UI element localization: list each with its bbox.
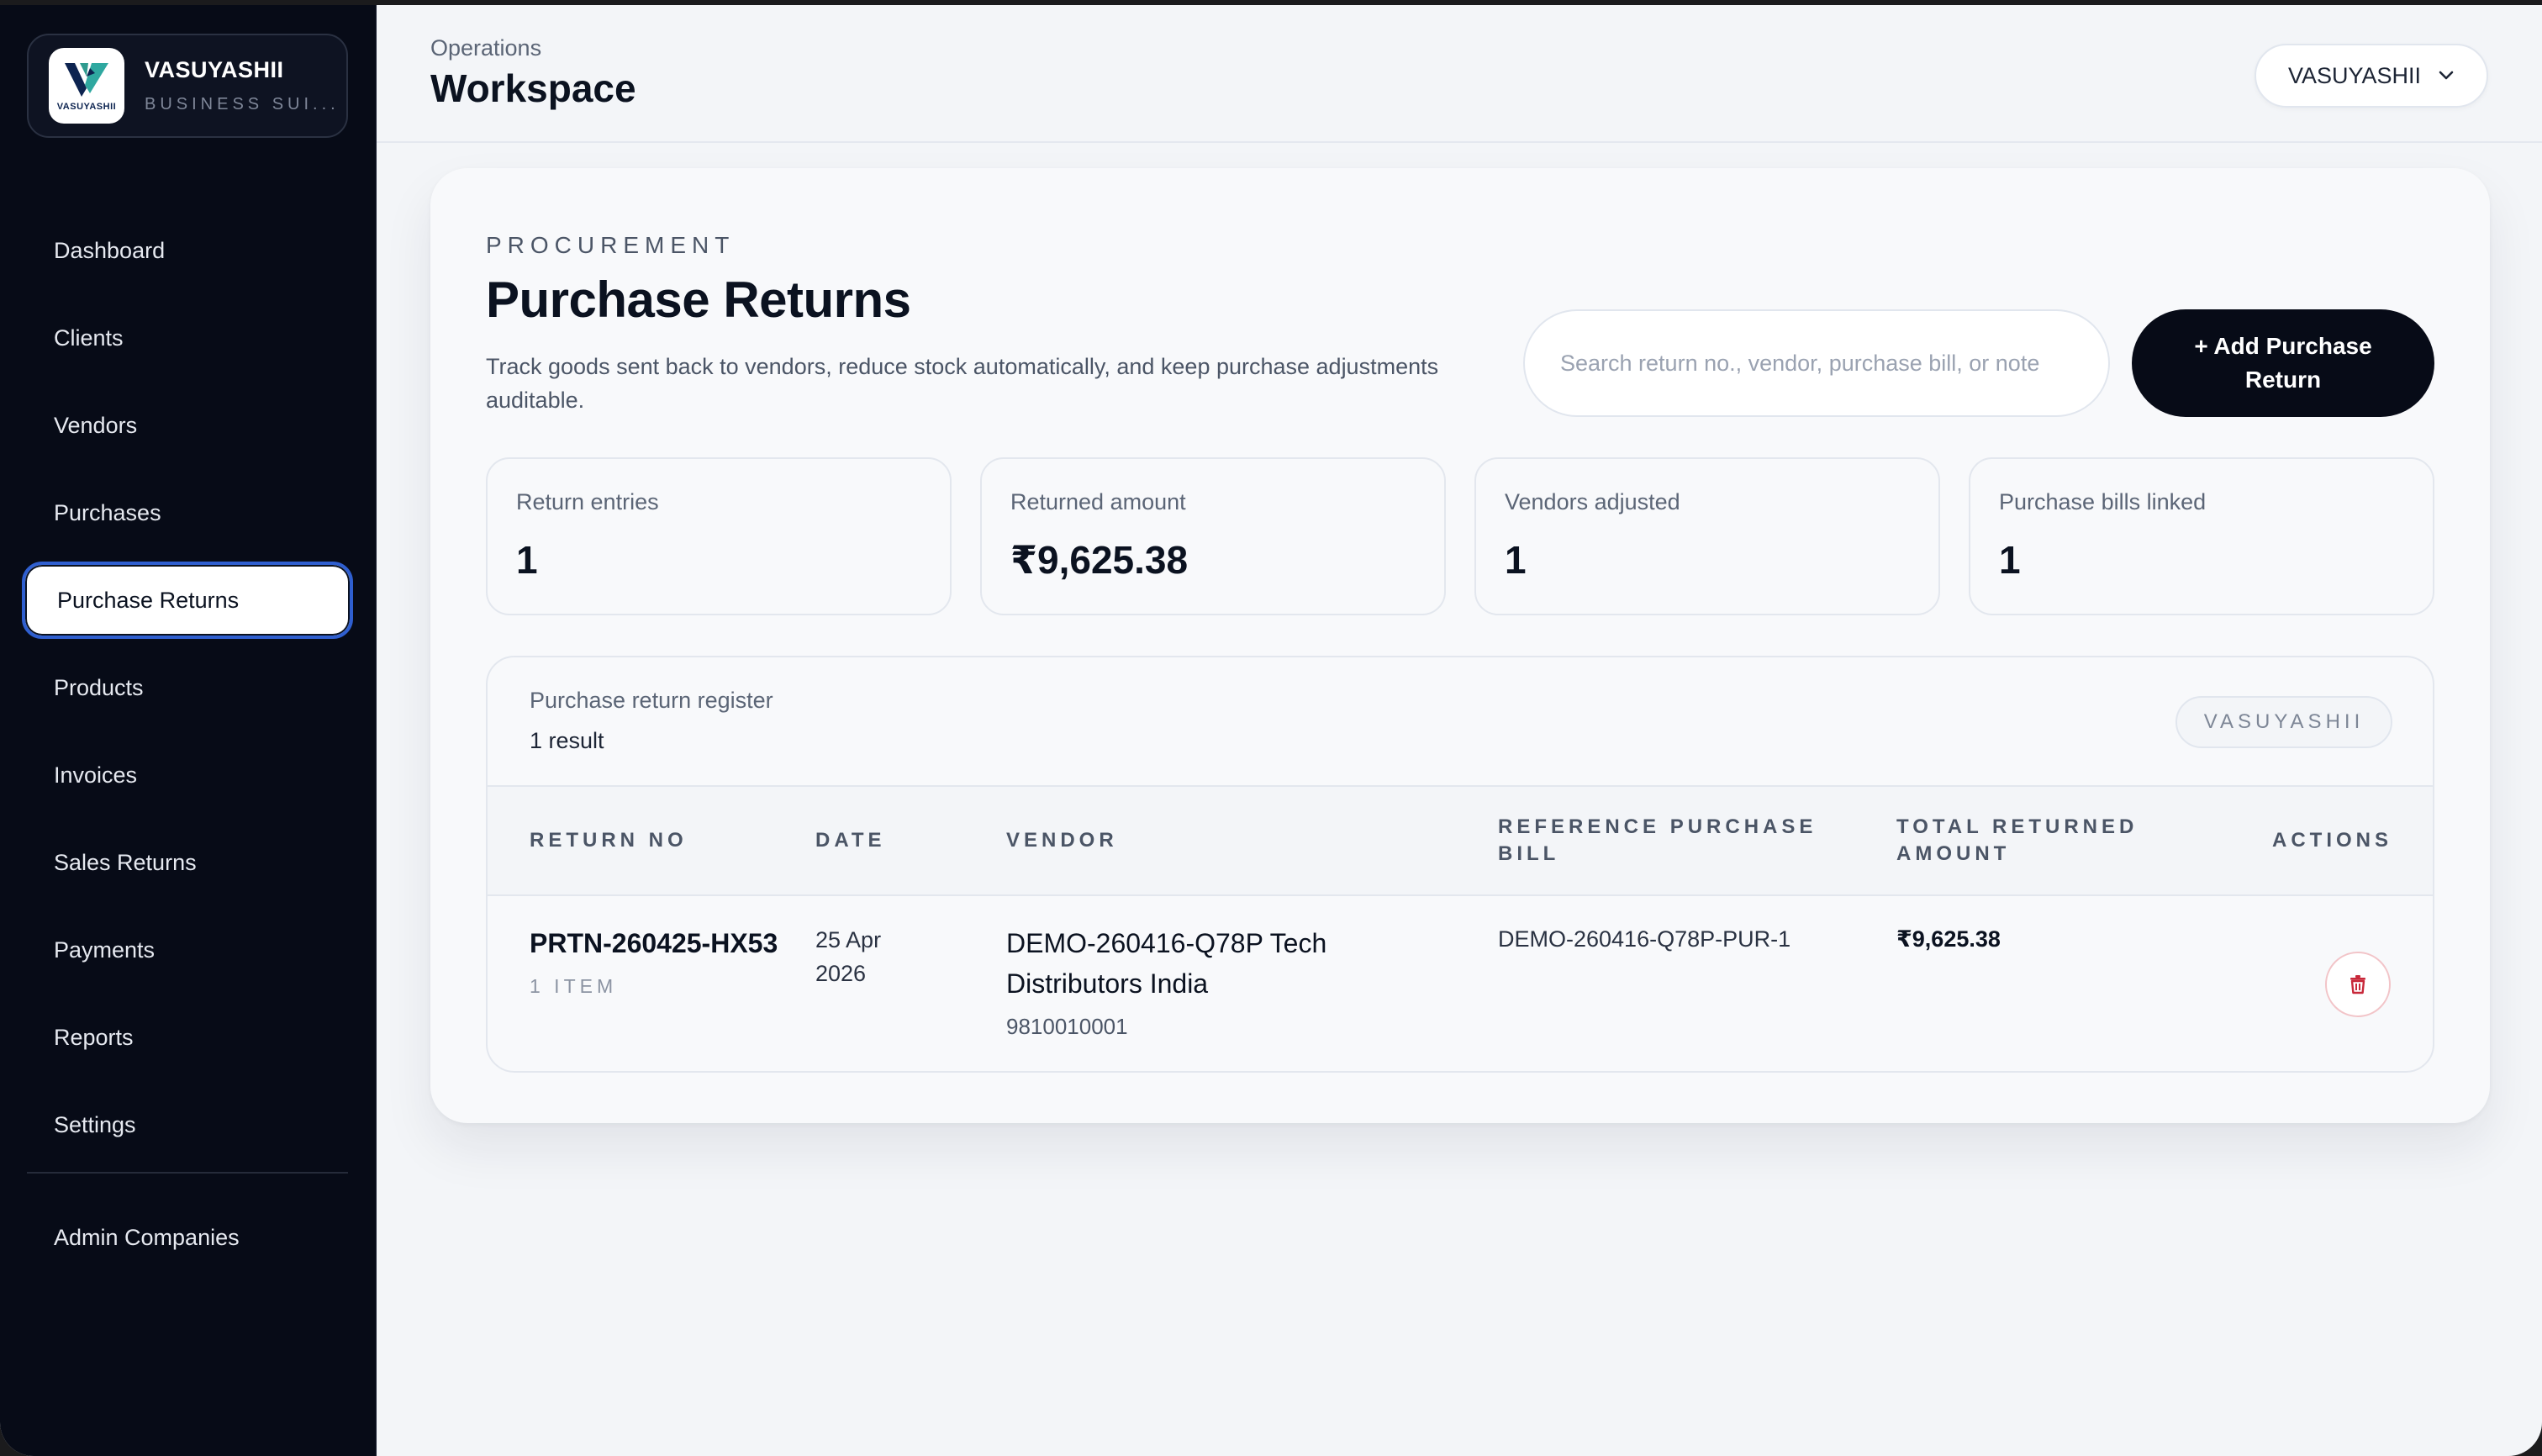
stat-value: ₹9,625.38	[1010, 538, 1189, 582]
brand-switcher[interactable]: VASUYASHII VASUYASHII BUSINESS SUI...	[27, 34, 348, 138]
column-header-date: DATE	[815, 829, 886, 852]
stat-card-returned-amount: Returned amount ₹9,625.38	[980, 457, 1446, 615]
section-eyebrow: PROCUREMENT	[486, 232, 736, 258]
column-header-actions: ACTIONS	[2272, 829, 2392, 852]
cell-vendor: DEMO-260416-Q78P Tech Distributors India…	[1006, 923, 1376, 1040]
chevron-down-icon	[2439, 71, 2454, 80]
top-header: Operations Workspace VASUYASHII	[377, 5, 2542, 143]
register-result-count: 1 result	[530, 728, 604, 753]
return-number: PRTN-260425-HX53	[530, 928, 778, 958]
cell-date: 25 Apr 2026	[815, 923, 916, 990]
stat-label: Returned amount	[1010, 489, 1186, 514]
sidebar-item-admin-companies[interactable]: Admin Companies	[22, 1199, 353, 1276]
cell-amount: ₹9,625.38	[1896, 926, 2001, 952]
register-title: Purchase return register	[530, 688, 773, 713]
brand-name: VASUYASHII	[145, 57, 284, 82]
sidebar-item-clients[interactable]: Clients	[22, 299, 353, 377]
total-returned-amount: ₹9,625.38	[1896, 926, 2001, 952]
return-item-count: 1 ITEM	[530, 975, 618, 997]
sidebar-item-purchase-returns[interactable]: Purchase Returns	[22, 562, 353, 639]
sidebar-item-payments[interactable]: Payments	[22, 911, 353, 989]
company-select-label: VASUYASHII	[2287, 62, 2422, 88]
stat-label: Purchase bills linked	[1999, 489, 2207, 514]
section-title: Purchase Returns	[486, 272, 911, 328]
purchase-returns-card: PROCUREMENT Purchase Returns Track goods…	[430, 168, 2490, 1123]
sidebar-item-vendors[interactable]: Vendors	[22, 387, 353, 464]
stats-row: Return entries 1 Returned amount ₹9,625.…	[486, 457, 2434, 615]
brand-logo: VASUYASHII	[49, 48, 124, 124]
stat-value: 1	[516, 538, 538, 582]
stat-card-return-entries: Return entries 1	[486, 457, 952, 615]
sidebar-nav: Dashboard Clients Vendors Purchases Purc…	[22, 212, 353, 1174]
reference-purchase-bill: DEMO-260416-Q78P-PUR-1	[1498, 926, 1791, 952]
column-header-reference-purchase-bill: REFERENCE PURCHASE BILL	[1498, 815, 1817, 865]
stat-card-purchase-bills-linked: Purchase bills linked 1	[1969, 457, 2434, 615]
sidebar-item-sales-returns[interactable]: Sales Returns	[22, 824, 353, 901]
app-window: VASUYASHII VASUYASHII BUSINESS SUI... Da…	[0, 5, 2542, 1456]
company-badge: VASUYASHII	[2175, 696, 2392, 748]
stat-label: Return entries	[516, 489, 659, 514]
column-header-vendor: VENDOR	[1006, 829, 1118, 852]
breadcrumb: Operations	[430, 35, 542, 61]
return-date: 25 Apr 2026	[815, 927, 882, 986]
stat-label: Vendors adjusted	[1505, 489, 1680, 514]
sidebar-divider	[27, 1172, 348, 1174]
sidebar: VASUYASHII VASUYASHII BUSINESS SUI... Da…	[0, 5, 377, 1456]
delete-return-button[interactable]	[2325, 952, 2391, 1017]
cell-return-no: PRTN-260425-HX53 1 ITEM	[530, 923, 782, 998]
stat-card-vendors-adjusted: Vendors adjusted 1	[1474, 457, 1940, 615]
add-purchase-return-button[interactable]: + Add Purchase Return	[2132, 309, 2434, 417]
vasuyashii-logo-icon	[65, 63, 108, 97]
vendor-phone: 9810010001	[1006, 1014, 1128, 1039]
table-header: RETURN NO DATE VENDOR REFERENCE PURCHASE…	[488, 785, 2433, 896]
sidebar-item-dashboard[interactable]: Dashboard	[22, 212, 353, 289]
page-title: Workspace	[430, 66, 636, 110]
section-description: Track goods sent back to vendors, reduce…	[486, 354, 1439, 413]
vendor-name: DEMO-260416-Q78P Tech Distributors India	[1006, 928, 1327, 999]
trash-icon	[2350, 975, 2365, 994]
cell-reference: DEMO-260416-Q78P-PUR-1	[1498, 926, 1790, 952]
sidebar-item-reports[interactable]: Reports	[22, 999, 353, 1076]
stat-value: 1	[1505, 538, 1527, 582]
logo-wordmark: VASUYASHII	[56, 102, 117, 112]
sidebar-item-purchases[interactable]: Purchases	[22, 474, 353, 551]
brand-subtitle: BUSINESS SUI...	[145, 95, 340, 113]
purchase-return-register: Purchase return register 1 result VASUYA…	[486, 656, 2434, 1073]
sidebar-item-products[interactable]: Products	[22, 649, 353, 726]
column-header-total-returned-amount: TOTAL RETURNED AMOUNT	[1896, 815, 2139, 865]
sidebar-item-invoices[interactable]: Invoices	[22, 736, 353, 814]
search-input[interactable]	[1523, 309, 2110, 417]
table-row[interactable]: PRTN-260425-HX53 1 ITEM 25 Apr 2026 DEMO…	[488, 896, 2433, 1071]
column-header-return-no: RETURN NO	[530, 829, 688, 852]
sidebar-item-settings[interactable]: Settings	[22, 1086, 353, 1163]
company-select[interactable]: VASUYASHII	[2255, 44, 2488, 108]
stat-value: 1	[1999, 538, 2021, 582]
